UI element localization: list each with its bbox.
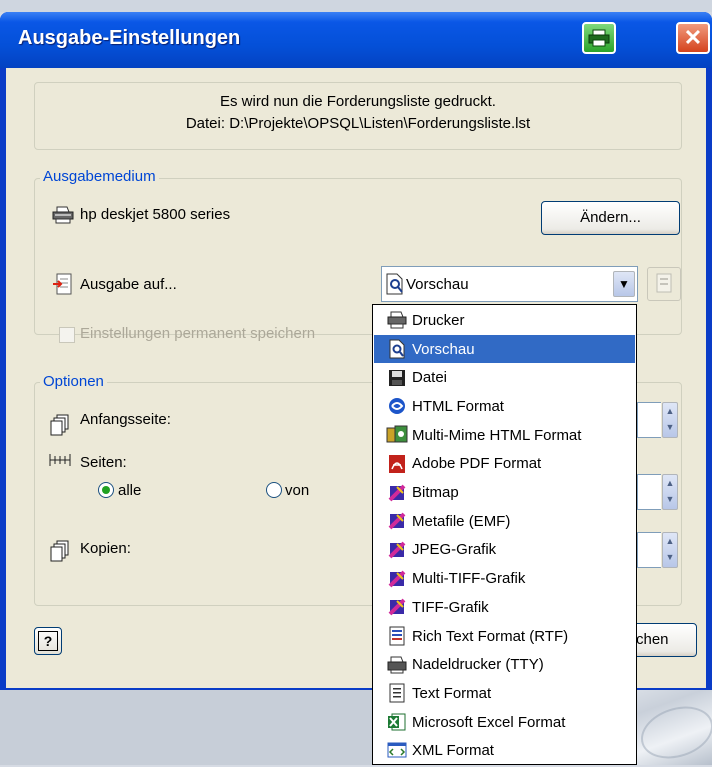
printer-icon	[588, 29, 610, 47]
group-output-medium-label: Ausgabemedium	[40, 168, 159, 185]
page-range-icon	[48, 452, 72, 472]
dropdown-item-label: Datei	[412, 369, 448, 387]
copies-input[interactable]	[637, 532, 661, 568]
output-combobox-value: Vorschau	[406, 276, 469, 293]
dropdown-item-label: XML Format	[412, 742, 494, 760]
dropdown-item[interactable]: Nadeldrucker (TTY)	[374, 650, 635, 679]
pages-from-input[interactable]	[637, 474, 661, 510]
html-icon	[386, 396, 408, 416]
window-title: Ausgabe-Einstellungen	[18, 27, 241, 49]
start-page-spinner[interactable]: ▲ ▼	[662, 402, 678, 438]
copies-icon	[50, 540, 70, 566]
close-icon: ✕	[683, 25, 703, 50]
dot-matrix-printer-icon	[386, 655, 408, 675]
multi-mime-icon	[386, 425, 408, 445]
excel-icon	[386, 712, 408, 732]
start-page-input[interactable]	[637, 402, 661, 438]
rtf-icon	[386, 626, 408, 646]
dropdown-item-label: Multi-Mime HTML Format	[412, 426, 582, 444]
dropdown-item[interactable]: Rich Text Format (RTF)	[374, 622, 635, 651]
dropdown-item[interactable]: XML Format	[374, 737, 635, 766]
dropdown-item-label: Bitmap	[412, 484, 459, 502]
dropdown-item-label: Microsoft Excel Format	[412, 713, 566, 731]
dropdown-item-label: Nadeldrucker (TTY)	[412, 656, 544, 674]
dropdown-item[interactable]: Drucker	[374, 306, 635, 335]
dropdown-item[interactable]: HTML Format	[374, 392, 635, 421]
bitmap-icon	[386, 483, 408, 503]
start-page-label: Anfangsseite:	[80, 411, 171, 428]
cancel-button-label: chen	[636, 631, 669, 648]
printer-name: hp deskjet 5800 series	[80, 206, 231, 223]
floppy-disk-icon	[386, 368, 408, 388]
radio-all-selected-dot	[102, 486, 110, 494]
jpeg-icon	[386, 540, 408, 560]
dropdown-item[interactable]: Bitmap	[374, 478, 635, 507]
preview-icon	[385, 273, 405, 299]
dropdown-item-label: Rich Text Format (RTF)	[412, 627, 569, 645]
dropdown-item[interactable]: Vorschau	[374, 334, 635, 364]
dropdown-item-label: Vorschau	[412, 340, 475, 358]
output-dropdown-list[interactable]: Drucker Vorschau Datei HTML Format Multi-Mim…	[372, 304, 637, 765]
print-icon-button[interactable]	[582, 22, 616, 54]
radio-from-label[interactable]: von	[285, 482, 309, 499]
pages-label: Seiten:	[80, 454, 127, 471]
text-file-icon	[386, 683, 408, 703]
close-button[interactable]: ✕	[676, 22, 710, 54]
radio-all-label[interactable]: alle	[118, 482, 141, 499]
info-message: Es wird nun die Forderungsliste gedruckt…	[220, 93, 496, 110]
save-permanent-checkbox[interactable]	[59, 327, 75, 343]
radio-from[interactable]	[266, 482, 282, 498]
multi-tiff-icon	[386, 569, 408, 589]
dropdown-item[interactable]: Multi-TIFF-Grafik	[374, 564, 635, 593]
printer-icon	[386, 310, 408, 330]
printer-icon	[52, 206, 74, 228]
output-target-icon	[52, 273, 74, 299]
output-options-button[interactable]	[647, 267, 681, 301]
info-file-path: Datei: D:\Projekte\OPSQL\Listen\Forderun…	[185, 115, 531, 132]
dropdown-item-label: JPEG-Grafik	[412, 541, 497, 559]
copies-spinner[interactable]: ▲ ▼	[662, 532, 678, 568]
dropdown-item[interactable]: Adobe PDF Format	[374, 450, 635, 479]
dropdown-item-label: Adobe PDF Format	[412, 455, 542, 473]
pages-spinner[interactable]: ▲ ▼	[662, 474, 678, 510]
desktop-background-top	[0, 0, 712, 12]
output-on-label: Ausgabe auf...	[80, 276, 177, 293]
preview-icon	[386, 339, 408, 359]
chevron-down-icon: ▼	[618, 277, 630, 291]
dropdown-item-label: Metafile (EMF)	[412, 512, 511, 530]
pages-stack-icon	[50, 414, 70, 440]
document-settings-icon	[656, 273, 672, 293]
dropdown-item[interactable]: JPEG-Grafik	[374, 536, 635, 565]
save-permanent-label: Einstellungen permanent speichern	[80, 325, 316, 342]
tiff-icon	[386, 597, 408, 617]
dropdown-item-label: Multi-TIFF-Grafik	[412, 570, 526, 588]
dropdown-item[interactable]: Text Format	[374, 679, 635, 708]
dropdown-item-label: Drucker	[412, 311, 465, 329]
pdf-icon	[386, 454, 408, 474]
dropdown-item[interactable]: Metafile (EMF)	[374, 507, 635, 536]
dropdown-item[interactable]: Microsoft Excel Format	[374, 708, 635, 737]
xml-icon	[386, 741, 408, 761]
dropdown-item-label: TIFF-Grafik	[412, 598, 489, 616]
copies-label: Kopien:	[80, 540, 131, 557]
dropdown-item[interactable]: Multi-Mime HTML Format	[374, 421, 635, 450]
dropdown-item[interactable]: TIFF-Grafik	[374, 593, 635, 622]
change-printer-button[interactable]: Ändern...	[541, 201, 680, 235]
dropdown-item-label: HTML Format	[412, 397, 504, 415]
help-button[interactable]: ?	[34, 627, 62, 655]
group-options-label: Optionen	[40, 373, 107, 390]
dropdown-item[interactable]: Datei	[374, 363, 635, 392]
combobox-dropdown-button[interactable]: ▼	[613, 271, 635, 297]
metafile-icon	[386, 511, 408, 531]
help-icon: ?	[38, 631, 58, 651]
dropdown-item-label: Text Format	[412, 684, 492, 702]
